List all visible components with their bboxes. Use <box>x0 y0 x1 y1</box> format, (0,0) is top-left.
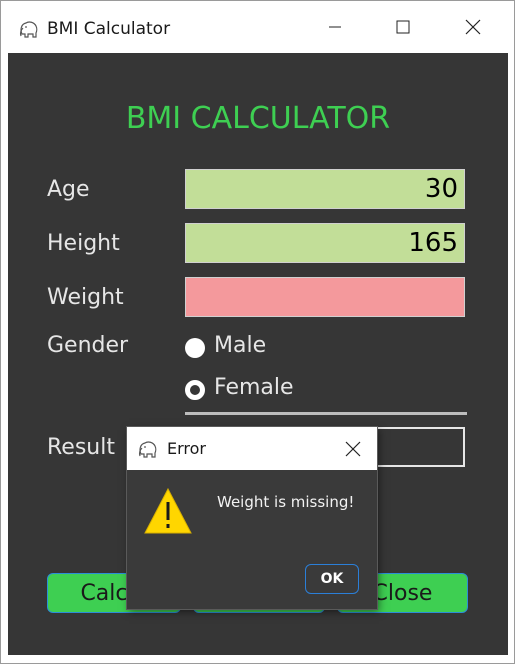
dialog-message: Weight is missing! <box>217 493 355 511</box>
dialog-close-button[interactable] <box>337 433 369 465</box>
close-button-label: Close <box>372 580 433 606</box>
result-label: Result <box>47 435 115 460</box>
dialog-title: Error <box>167 439 206 458</box>
weight-field[interactable] <box>185 277 465 317</box>
height-label: Height <box>47 231 120 256</box>
ok-button[interactable]: OK <box>305 564 359 594</box>
radio-male-label[interactable]: Male <box>214 333 266 358</box>
elephant-icon <box>18 18 40 40</box>
separator <box>185 412 467 415</box>
age-field[interactable]: 30 <box>185 169 465 209</box>
radio-female-label[interactable]: Female <box>214 375 294 400</box>
maximize-icon <box>396 20 410 34</box>
close-icon <box>465 19 481 35</box>
radio-female[interactable] <box>185 380 205 400</box>
gender-label: Gender <box>47 333 129 358</box>
minimize-button[interactable] <box>312 9 358 45</box>
dialog-title-bar[interactable]: Error <box>127 427 377 470</box>
title-bar[interactable]: BMI Calculator <box>1 1 514 53</box>
height-field[interactable]: 165 <box>185 223 465 263</box>
window-title: BMI Calculator <box>47 19 171 39</box>
close-window-button[interactable] <box>450 9 496 45</box>
app-window: BMI Calculator BMI CALCULATOR Age 30 Hei… <box>0 0 515 664</box>
maximize-button[interactable] <box>380 9 426 45</box>
weight-label: Weight <box>47 285 124 310</box>
page-title: BMI CALCULATOR <box>125 101 391 136</box>
warning-icon <box>144 487 192 534</box>
elephant-icon <box>137 438 159 460</box>
radio-male[interactable] <box>185 338 205 358</box>
age-label: Age <box>47 177 90 202</box>
minimize-icon <box>329 26 341 28</box>
error-dialog: Error Weight is missing! OK <box>127 427 377 609</box>
close-icon <box>345 441 361 457</box>
